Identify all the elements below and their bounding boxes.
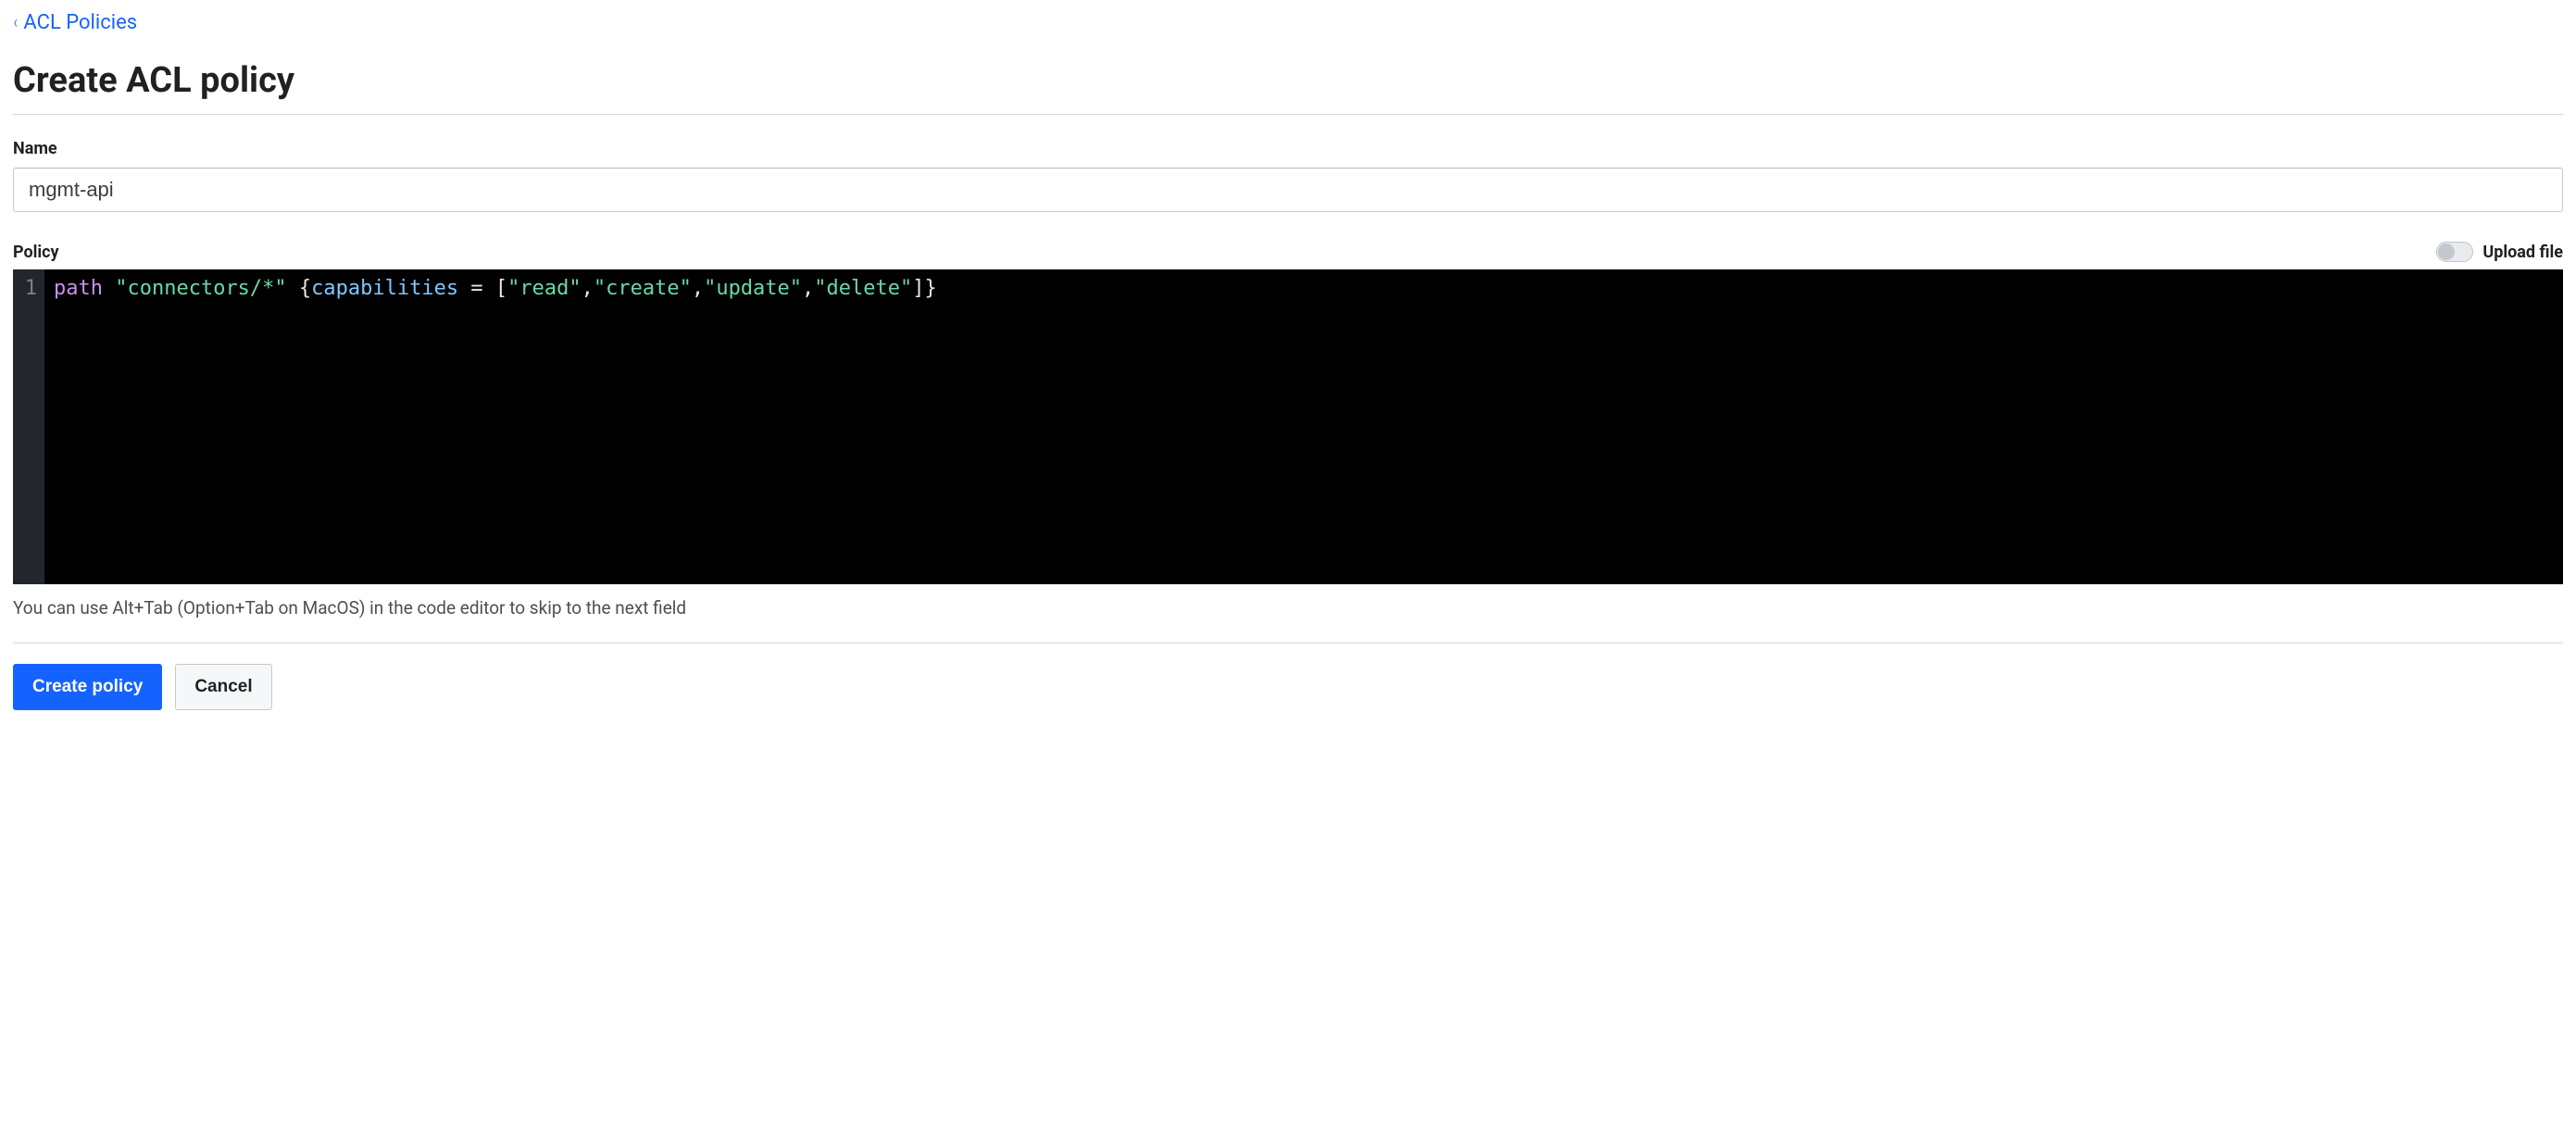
token-brace-open: { xyxy=(299,277,311,300)
token-comma: , xyxy=(802,277,814,300)
form-actions: Create policy Cancel xyxy=(13,664,2563,710)
token-space xyxy=(287,277,299,300)
token-string-read: "read" xyxy=(507,277,581,300)
token-comma: , xyxy=(692,277,704,300)
upload-file-toggle[interactable] xyxy=(2436,242,2473,262)
token-bracket-open: [ xyxy=(495,277,507,300)
token-space xyxy=(103,277,115,300)
token-brace-close: } xyxy=(925,277,937,300)
token-equals: = xyxy=(470,277,482,300)
token-bracket-close: ] xyxy=(912,277,924,300)
chevron-left-icon: ‹ xyxy=(14,15,18,31)
policy-label: Policy xyxy=(13,243,59,262)
page-title: Create ACL policy xyxy=(13,60,2563,114)
editor-hint: You can use Alt+Tab (Option+Tab on MacOS… xyxy=(13,597,2563,618)
name-label: Name xyxy=(13,139,2563,158)
token-keyword-path: path xyxy=(54,277,103,300)
title-divider xyxy=(13,114,2563,115)
token-attr-capabilities: capabilities xyxy=(311,277,458,300)
token-string-create: "create" xyxy=(594,277,692,300)
token-space xyxy=(458,277,470,300)
token-string-delete: "delete" xyxy=(814,277,912,300)
name-input[interactable] xyxy=(13,168,2563,212)
policy-code-editor[interactable]: 1 path "connectors/*" {capabilities = ["… xyxy=(13,269,2563,584)
line-number: 1 xyxy=(24,275,37,303)
token-space xyxy=(483,277,495,300)
editor-gutter: 1 xyxy=(13,269,44,584)
upload-file-label: Upload file xyxy=(2482,243,2563,262)
token-string-update: "update" xyxy=(704,277,802,300)
editor-content[interactable]: path "connectors/*" {capabilities = ["re… xyxy=(44,269,2563,584)
toggle-knob xyxy=(2438,244,2455,260)
policy-header: Policy Upload file xyxy=(13,242,2563,262)
breadcrumb-parent-link[interactable]: ACL Policies xyxy=(23,11,137,34)
create-policy-button[interactable]: Create policy xyxy=(13,664,162,710)
breadcrumb: ‹ ACL Policies xyxy=(13,11,137,34)
token-string-path: "connectors/*" xyxy=(115,277,286,300)
upload-file-control: Upload file xyxy=(2436,242,2563,262)
token-comma: , xyxy=(581,277,594,300)
cancel-button[interactable]: Cancel xyxy=(175,664,271,710)
